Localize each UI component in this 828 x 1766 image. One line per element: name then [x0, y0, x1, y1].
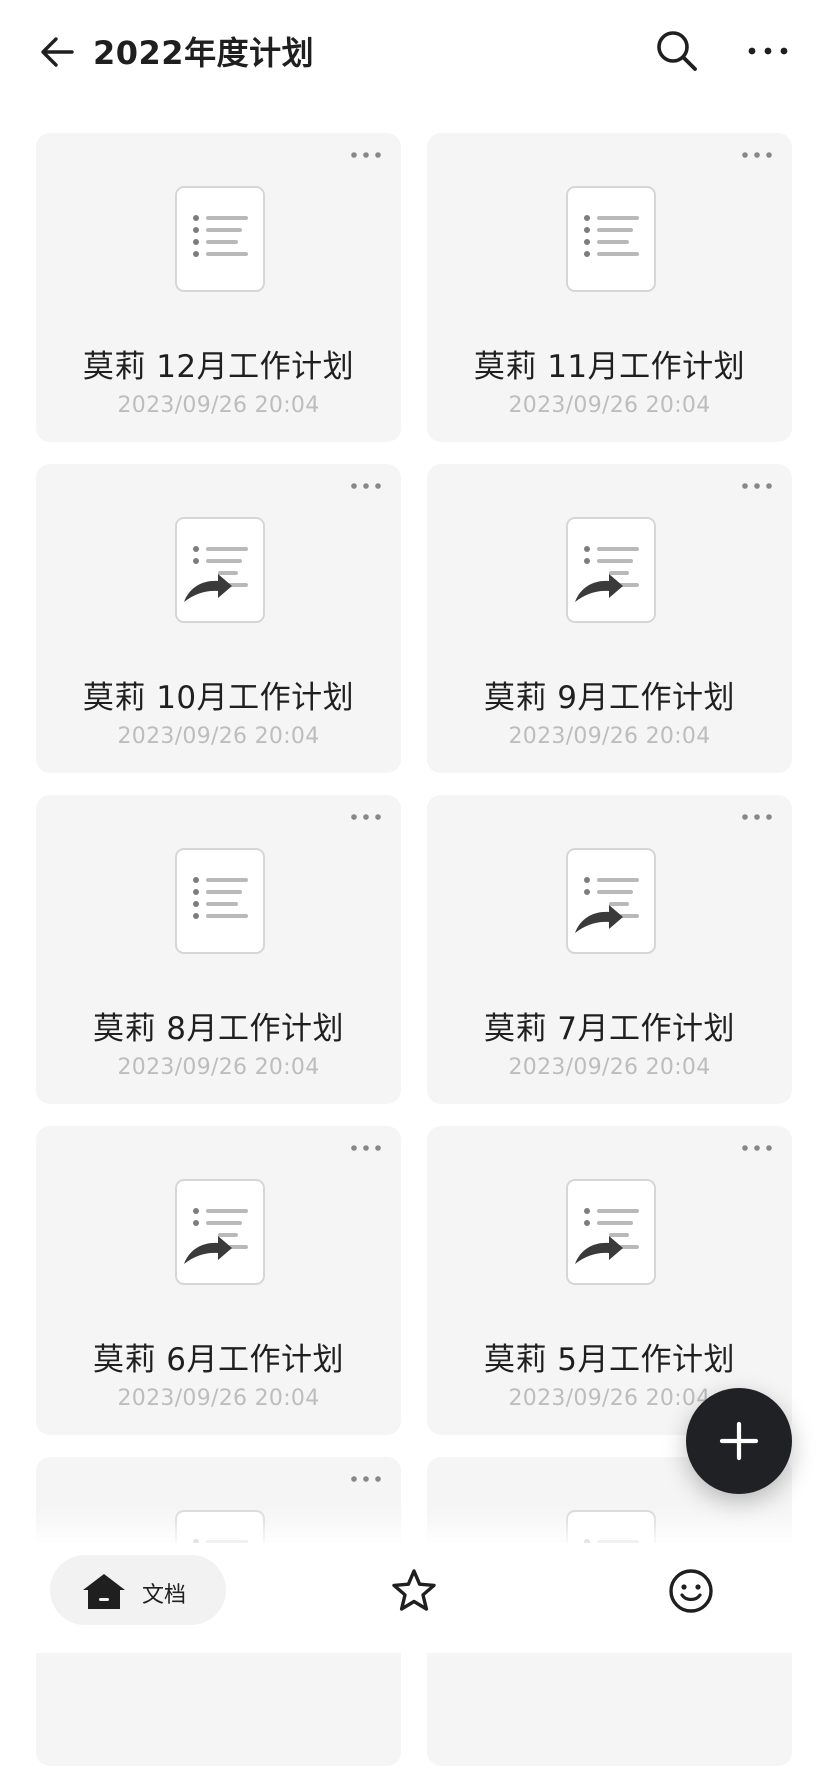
- document-card[interactable]: 莫莉 11月工作计划 2023/09/26 20:04: [427, 133, 792, 442]
- more-horizontal-icon: [351, 1476, 381, 1482]
- arrow-left-icon: [41, 37, 74, 67]
- card-more-button[interactable]: [740, 476, 774, 496]
- document-timestamp: 2023/09/26 20:04: [508, 724, 711, 749]
- more-horizontal-icon: [351, 814, 381, 820]
- document-card[interactable]: 莫莉 9月工作计划 2023/09/26 20:04: [427, 464, 792, 773]
- document-icon: [565, 185, 657, 295]
- card-more-button[interactable]: [349, 807, 383, 827]
- document-title: 莫莉 6月工作计划: [92, 1342, 345, 1378]
- document-card[interactable]: 莫莉 10月工作计划 2023/09/26 20:04: [36, 464, 401, 773]
- create-document-button[interactable]: [686, 1388, 792, 1494]
- star-icon: [392, 1569, 436, 1611]
- document-title: 莫莉 10月工作计划: [82, 680, 355, 716]
- document-title: 莫莉 5月工作计划: [483, 1342, 736, 1378]
- tab-documents[interactable]: 文档: [50, 1555, 226, 1625]
- document-card[interactable]: 莫莉 8月工作计划 2023/09/26 20:04: [36, 795, 401, 1104]
- document-timestamp: 2023/09/26 20:04: [117, 1055, 320, 1080]
- more-horizontal-icon: [742, 483, 772, 489]
- more-horizontal-icon: [351, 1145, 381, 1151]
- bottom-navigation: 文档: [0, 1543, 828, 1653]
- home-icon: [83, 1574, 125, 1609]
- shared-document-icon: [565, 516, 657, 626]
- back-button[interactable]: [36, 30, 80, 74]
- document-grid: 莫莉 12月工作计划 2023/09/26 20:04 莫莉 11月工作计划 2…: [36, 133, 796, 1766]
- more-horizontal-icon: [748, 47, 788, 55]
- shared-document-icon: [565, 1178, 657, 1288]
- smiley-face-icon: [669, 1569, 713, 1613]
- document-card[interactable]: 莫莉 12月工作计划 2023/09/26 20:04: [36, 133, 401, 442]
- document-title: 莫莉 7月工作计划: [483, 1011, 736, 1047]
- more-horizontal-icon: [742, 814, 772, 820]
- card-more-button[interactable]: [740, 145, 774, 165]
- shared-document-icon: [565, 847, 657, 957]
- search-button[interactable]: [654, 28, 700, 74]
- document-timestamp: 2023/09/26 20:04: [117, 1386, 320, 1411]
- document-card[interactable]: 莫莉 7月工作计划 2023/09/26 20:04: [427, 795, 792, 1104]
- tab-profile[interactable]: [667, 1567, 715, 1615]
- top-app-bar: 2022年度计划: [0, 0, 828, 104]
- page-title: 2022年度计划: [93, 34, 315, 72]
- shared-document-icon: [174, 1178, 266, 1288]
- more-horizontal-icon: [351, 483, 381, 489]
- card-more-button[interactable]: [349, 476, 383, 496]
- card-more-button[interactable]: [349, 1138, 383, 1158]
- card-more-button[interactable]: [349, 145, 383, 165]
- more-horizontal-icon: [351, 152, 381, 158]
- document-card[interactable]: 莫莉 6月工作计划 2023/09/26 20:04: [36, 1126, 401, 1435]
- more-options-button[interactable]: [746, 36, 790, 66]
- card-more-button[interactable]: [740, 807, 774, 827]
- tab-documents-label: 文档: [142, 1583, 187, 1608]
- tab-favorites[interactable]: [390, 1567, 438, 1615]
- document-timestamp: 2023/09/26 20:04: [508, 393, 711, 418]
- document-icon: [174, 185, 266, 295]
- document-icon: [174, 847, 266, 957]
- document-timestamp: 2023/09/26 20:04: [508, 1055, 711, 1080]
- document-title: 莫莉 12月工作计划: [82, 349, 355, 385]
- document-title: 莫莉 9月工作计划: [483, 680, 736, 716]
- document-title: 莫莉 11月工作计划: [473, 349, 746, 385]
- search-icon: [657, 31, 697, 71]
- document-timestamp: 2023/09/26 20:04: [117, 393, 320, 418]
- document-timestamp: 2023/09/26 20:04: [117, 724, 320, 749]
- more-horizontal-icon: [742, 152, 772, 158]
- document-title: 莫莉 8月工作计划: [92, 1011, 345, 1047]
- card-more-button[interactable]: [349, 1469, 383, 1489]
- shared-document-icon: [174, 516, 266, 626]
- card-more-button[interactable]: [740, 1138, 774, 1158]
- plus-icon: [719, 1421, 759, 1461]
- more-horizontal-icon: [742, 1145, 772, 1151]
